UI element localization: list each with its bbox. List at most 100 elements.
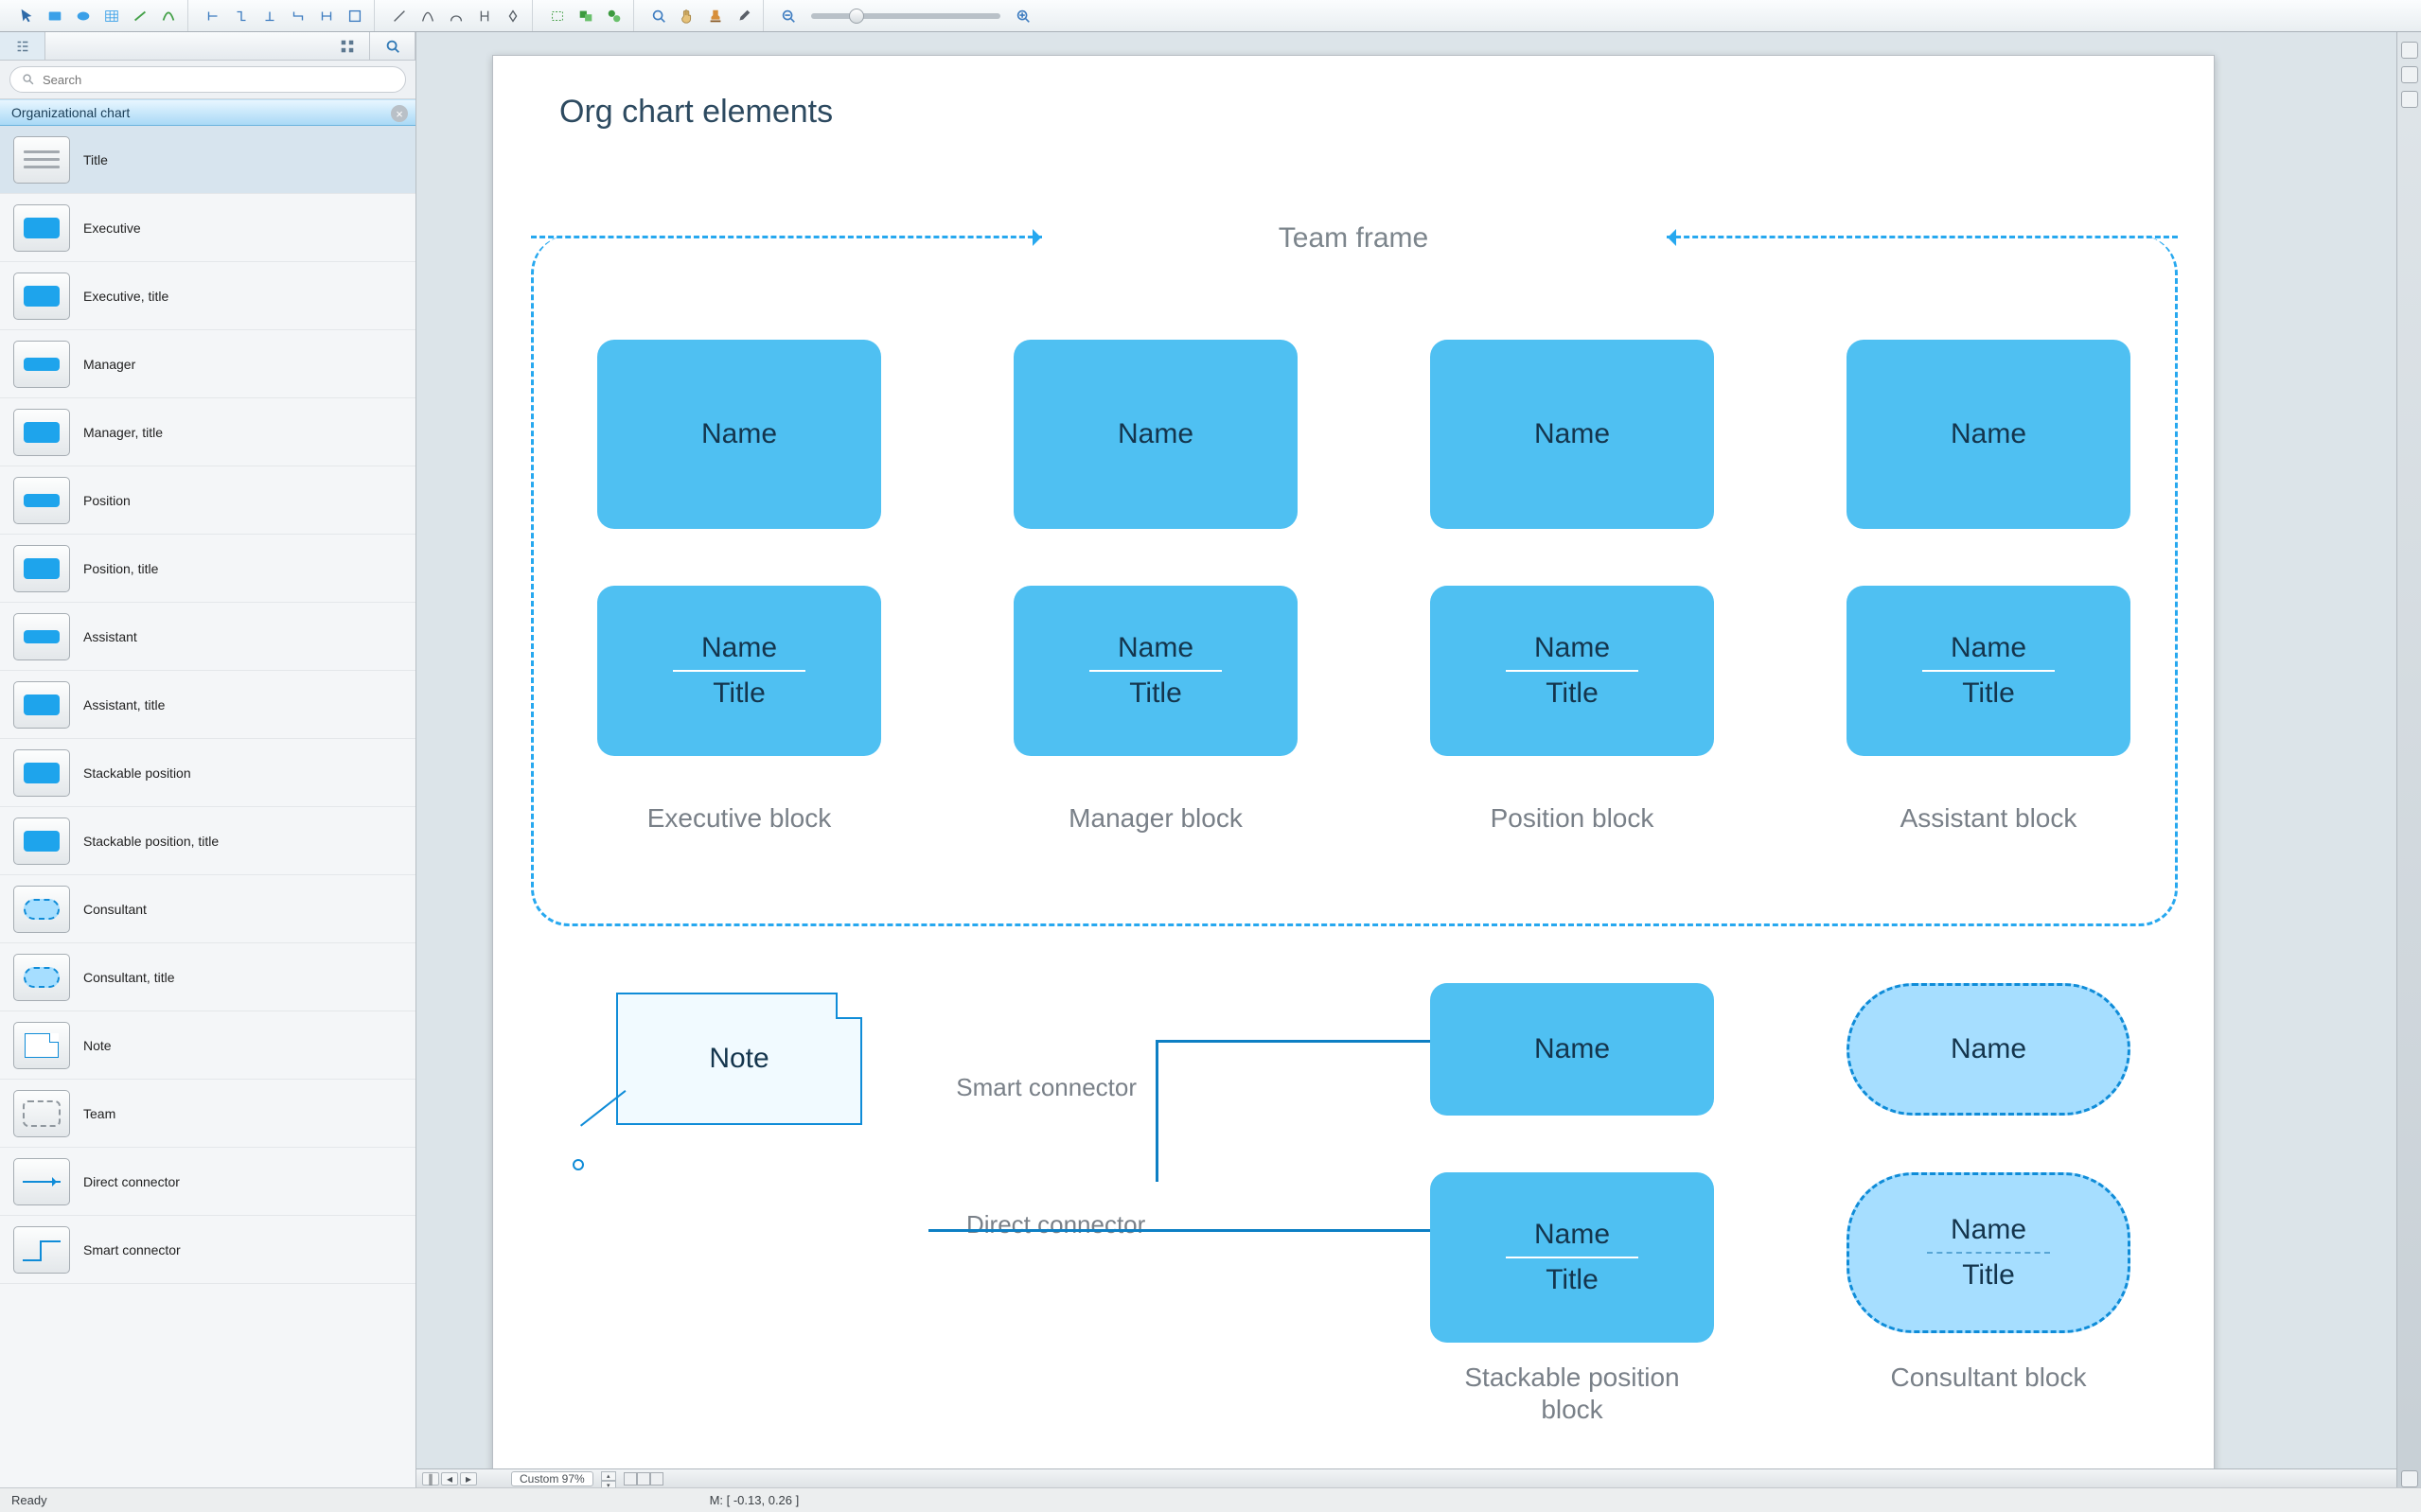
sidebar-tab-grid[interactable] bbox=[325, 32, 370, 60]
sidebar-item-smart-connector[interactable]: Smart connector bbox=[0, 1216, 415, 1284]
connector-3-icon[interactable] bbox=[256, 4, 283, 28]
sidebar-item-label: Consultant, title bbox=[83, 970, 402, 985]
inspector-toggle-1[interactable] bbox=[2401, 42, 2418, 59]
layout-1-icon[interactable] bbox=[386, 4, 413, 28]
line-tool[interactable] bbox=[127, 4, 153, 28]
sidebar-item-label: Executive, title bbox=[83, 289, 402, 304]
sidebar-item-label: Manager bbox=[83, 357, 402, 372]
sidebar-item-stackable-position[interactable]: Stackable position bbox=[0, 739, 415, 807]
sidebar-item-executive[interactable]: Executive bbox=[0, 194, 415, 262]
sidebar-item-note[interactable]: Note bbox=[0, 1011, 415, 1080]
zoom-in-icon[interactable] bbox=[1010, 4, 1036, 28]
executive-block[interactable]: Name bbox=[597, 340, 881, 529]
page-indicator[interactable] bbox=[624, 1472, 663, 1486]
manager-block[interactable]: Name bbox=[1014, 340, 1298, 529]
sidebar-item-label: Position, title bbox=[83, 561, 402, 576]
hand-tool-icon[interactable] bbox=[674, 4, 700, 28]
connector-6-icon[interactable] bbox=[342, 4, 368, 28]
sidebar-item-direct-connector[interactable]: Direct connector bbox=[0, 1148, 415, 1216]
sidebar-item-assistant[interactable]: Assistant bbox=[0, 603, 415, 671]
shape-2-icon[interactable] bbox=[573, 4, 599, 28]
connector-5-icon[interactable] bbox=[313, 4, 340, 28]
sidebar-thumb-smart-connector bbox=[13, 1226, 70, 1274]
consultant-name-block[interactable]: Name bbox=[1847, 983, 2130, 1116]
zoom-out-icon[interactable] bbox=[775, 4, 802, 28]
consultant-title-block[interactable]: NameTitle bbox=[1847, 1172, 2130, 1333]
inspector-toggle-3[interactable] bbox=[2401, 91, 2418, 108]
connector-1-icon[interactable] bbox=[200, 4, 226, 28]
sidebar-thumb-consultant bbox=[13, 886, 70, 933]
right-strip bbox=[2396, 32, 2421, 1512]
sidebar-category-header[interactable]: Organizational chart × bbox=[0, 99, 415, 126]
rect-tool[interactable] bbox=[42, 4, 68, 28]
page-title: Org chart elements bbox=[559, 94, 833, 131]
sidebar-thumb-title bbox=[13, 136, 70, 184]
sidebar-item-manager[interactable]: Manager bbox=[0, 330, 415, 398]
page-pause-icon[interactable]: ∥ bbox=[422, 1472, 439, 1486]
sidebar-item-executive-title[interactable]: Executive, title bbox=[0, 262, 415, 330]
page-prev-icon[interactable]: ◂ bbox=[441, 1472, 458, 1486]
sidebar-thumb-stackable-position bbox=[13, 749, 70, 797]
sidebar-item-position[interactable]: Position bbox=[0, 466, 415, 535]
sidebar-item-label: Smart connector bbox=[83, 1242, 402, 1257]
shape-3-icon[interactable] bbox=[601, 4, 627, 28]
shape-1-icon[interactable] bbox=[544, 4, 571, 28]
layout-5-icon[interactable] bbox=[500, 4, 526, 28]
sidebar-item-manager-title[interactable]: Manager, title bbox=[0, 398, 415, 466]
page-next-icon[interactable]: ▸ bbox=[460, 1472, 477, 1486]
eyedropper-tool-icon[interactable] bbox=[731, 4, 757, 28]
canvas-area[interactable]: Org chart elements Team frame Name Name … bbox=[416, 32, 2396, 1512]
zoom-fit-icon[interactable] bbox=[645, 4, 672, 28]
sidebar-item-consultant-title[interactable]: Consultant, title bbox=[0, 943, 415, 1011]
top-toolbar bbox=[0, 0, 2421, 32]
stamp-tool-icon[interactable] bbox=[702, 4, 729, 28]
ellipse-tool[interactable] bbox=[70, 4, 97, 28]
layout-3-icon[interactable] bbox=[443, 4, 469, 28]
manager-title-block[interactable]: NameTitle bbox=[1014, 586, 1298, 756]
sidebar-item-consultant[interactable]: Consultant bbox=[0, 875, 415, 943]
zoom-stepper[interactable]: ▴▾ bbox=[601, 1471, 616, 1486]
sidebar-item-position-title[interactable]: Position, title bbox=[0, 535, 415, 603]
stackable-title-block[interactable]: NameTitle bbox=[1430, 1172, 1714, 1343]
sidebar-item-label: Team bbox=[83, 1106, 402, 1121]
direct-connector[interactable] bbox=[928, 1229, 1515, 1232]
connector-2-icon[interactable] bbox=[228, 4, 255, 28]
sidebar-tab-search[interactable] bbox=[370, 32, 415, 60]
inspector-toggle-2[interactable] bbox=[2401, 66, 2418, 83]
zoom-slider[interactable] bbox=[811, 13, 1000, 19]
table-tool[interactable] bbox=[98, 4, 125, 28]
sidebar-item-title[interactable]: Title bbox=[0, 126, 415, 194]
curve-tool[interactable] bbox=[155, 4, 182, 28]
shapes-sidebar: Organizational chart × TitleExecutive Exe… bbox=[0, 32, 416, 1512]
sidebar-tab-tree[interactable] bbox=[0, 32, 45, 60]
position-title-block[interactable]: NameTitle bbox=[1430, 586, 1714, 756]
status-bar: Ready M: [ -0.13, 0.26 ] bbox=[0, 1487, 2421, 1512]
executive-title-block[interactable]: NameTitle bbox=[597, 586, 881, 756]
assistant-title-block[interactable]: NameTitle bbox=[1847, 586, 2130, 756]
stackable-name-block[interactable]: Name bbox=[1430, 983, 1714, 1116]
page: Org chart elements Team frame Name Name … bbox=[492, 55, 2215, 1474]
connector-4-icon[interactable] bbox=[285, 4, 311, 28]
note-shape[interactable]: Note bbox=[616, 993, 862, 1125]
sidebar-item-team[interactable]: Team bbox=[0, 1080, 415, 1148]
layout-2-icon[interactable] bbox=[415, 4, 441, 28]
sidebar-item-label: Assistant, title bbox=[83, 697, 402, 712]
layout-4-icon[interactable] bbox=[471, 4, 498, 28]
sidebar-item-assistant-title[interactable]: Assistant, title bbox=[0, 671, 415, 739]
search-input[interactable] bbox=[41, 72, 394, 88]
search-field[interactable] bbox=[9, 66, 406, 93]
caption-position: Position block bbox=[1430, 803, 1714, 834]
pointer-tool[interactable] bbox=[13, 4, 40, 28]
sidebar-thumb-assistant bbox=[13, 613, 70, 660]
inspector-toggle-bottom-1[interactable] bbox=[2401, 1470, 2418, 1487]
sidebar-item-label: Stackable position bbox=[83, 765, 402, 781]
assistant-block[interactable]: Name bbox=[1847, 340, 2130, 529]
sidebar-thumb-position bbox=[13, 477, 70, 524]
position-block[interactable]: Name bbox=[1430, 340, 1714, 529]
sidebar-category-close-icon[interactable]: × bbox=[391, 105, 408, 122]
zoom-label[interactable]: Custom 97% bbox=[511, 1471, 593, 1486]
sidebar-thumb-manager bbox=[13, 341, 70, 388]
sidebar-thumb-note bbox=[13, 1022, 70, 1069]
zoom-slider-knob[interactable] bbox=[849, 9, 864, 24]
sidebar-item-stackable-position-title[interactable]: Stackable position, title bbox=[0, 807, 415, 875]
